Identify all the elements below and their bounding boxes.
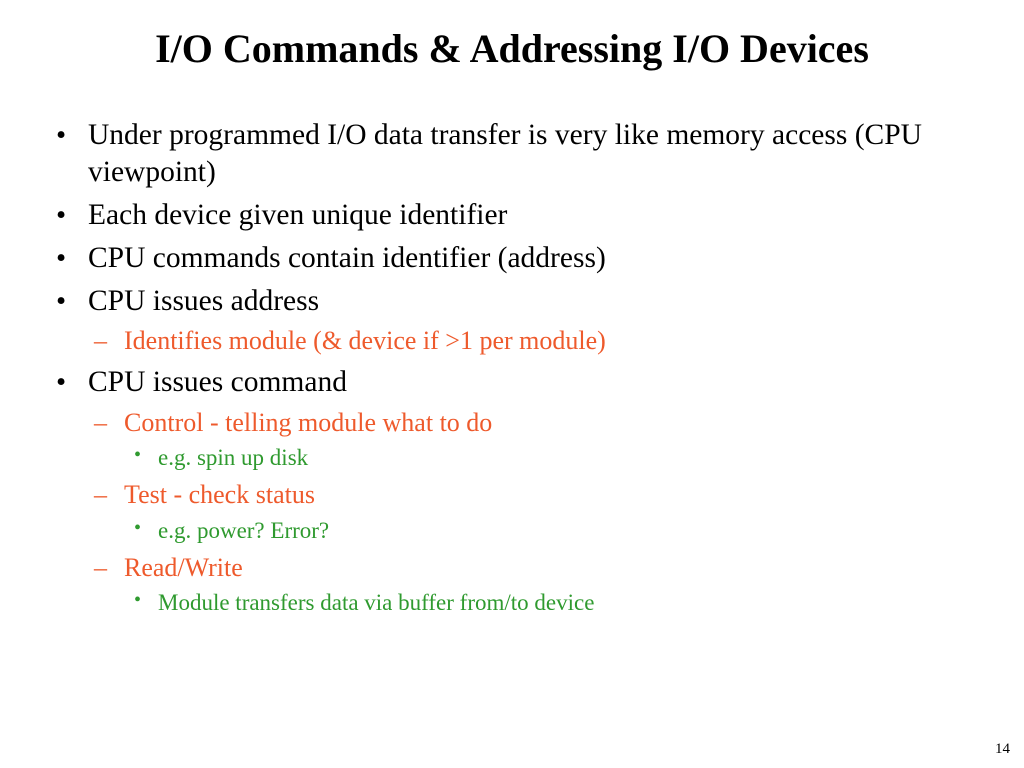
bullet-text: Each device given unique identifier (88, 199, 507, 231)
slide: I/O Commands & Addressing I/O Devices Un… (0, 0, 1024, 768)
bullet-text: Module transfers data via buffer from/to… (158, 590, 594, 615)
bullet-item: CPU issues address Identifies module (& … (50, 283, 974, 359)
bullet-text: Read/Write (124, 553, 243, 582)
bullet-item: Under programmed I/O data transfer is ve… (50, 117, 974, 191)
bullet-list-level2: Identifies module (& device if >1 per mo… (88, 323, 974, 358)
bullet-text: Identifies module (& device if >1 per mo… (124, 326, 606, 355)
bullet-item: CPU issues command Control - telling mod… (50, 364, 974, 617)
bullet-item: Identifies module (& device if >1 per mo… (88, 323, 974, 358)
bullet-text: CPU issues command (88, 366, 347, 398)
bullet-item: Each device given unique identifier (50, 197, 974, 234)
bullet-item: Control - telling module what to do e.g.… (88, 405, 974, 473)
bullet-list-level2: Control - telling module what to do e.g.… (88, 405, 974, 617)
bullet-list-level3: Module transfers data via buffer from/to… (124, 587, 974, 618)
bullet-item: Module transfers data via buffer from/to… (124, 587, 974, 618)
bullet-text: e.g. spin up disk (158, 445, 308, 470)
bullet-list-level1: Under programmed I/O data transfer is ve… (50, 117, 974, 618)
slide-title: I/O Commands & Addressing I/O Devices (50, 25, 974, 72)
page-number: 14 (995, 741, 1010, 758)
bullet-item: Test - check status e.g. power? Error? (88, 477, 974, 545)
bullet-item: e.g. spin up disk (124, 442, 974, 473)
bullet-item: e.g. power? Error? (124, 515, 974, 546)
bullet-item: Read/Write Module transfers data via buf… (88, 550, 974, 618)
bullet-text: e.g. power? Error? (158, 518, 329, 543)
bullet-text: Test - check status (124, 480, 315, 509)
bullet-text: CPU commands contain identifier (address… (88, 242, 606, 274)
bullet-text: Control - telling module what to do (124, 408, 492, 437)
bullet-list-level3: e.g. power? Error? (124, 515, 974, 546)
bullet-list-level3: e.g. spin up disk (124, 442, 974, 473)
bullet-text: Under programmed I/O data transfer is ve… (88, 119, 922, 188)
bullet-text: CPU issues address (88, 285, 319, 317)
bullet-item: CPU commands contain identifier (address… (50, 240, 974, 277)
